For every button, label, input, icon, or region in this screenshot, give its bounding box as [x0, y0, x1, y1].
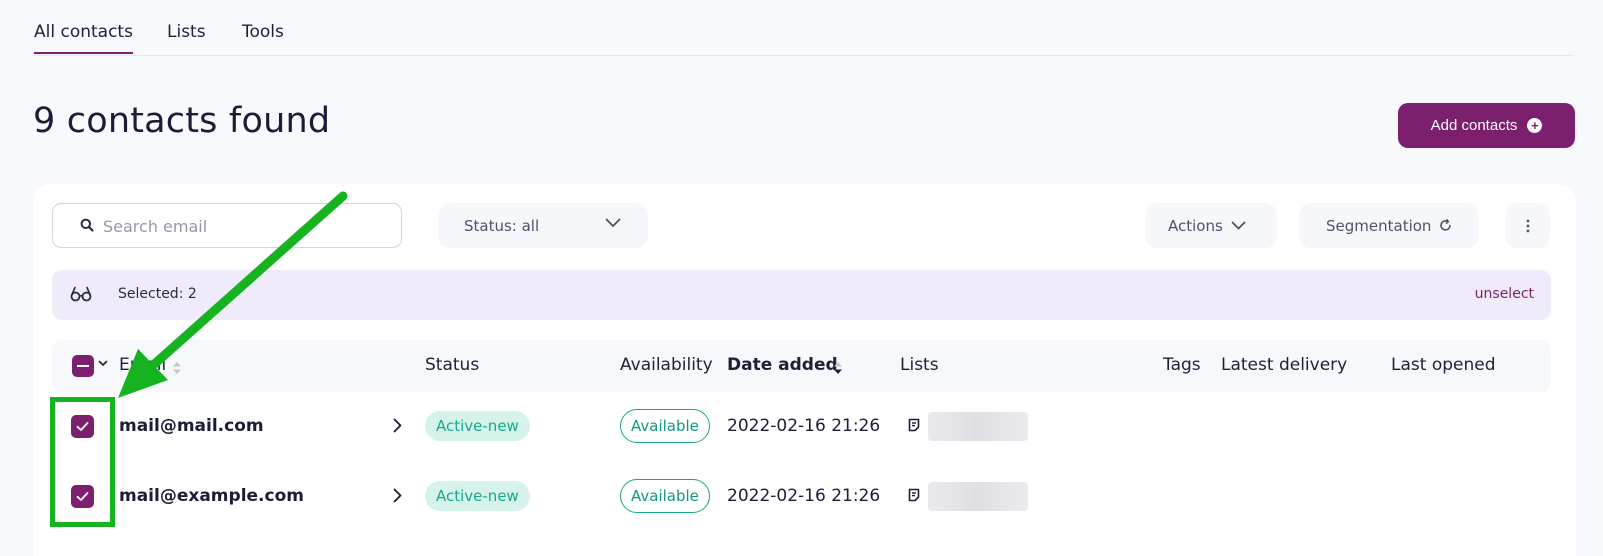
tab-lists[interactable]: Lists — [167, 22, 206, 42]
column-header-lists[interactable]: Lists — [900, 355, 939, 375]
chevron-down-icon[interactable] — [98, 360, 108, 367]
more-options-button[interactable] — [1505, 203, 1550, 248]
availability-badge: Available — [620, 409, 710, 443]
contact-email[interactable]: mail@mail.com — [119, 416, 264, 436]
chevron-down-icon — [605, 218, 621, 227]
redacted-list-name — [928, 482, 1028, 511]
search-input[interactable] — [103, 214, 383, 238]
contact-email[interactable]: mail@example.com — [119, 486, 304, 506]
refresh-icon — [1440, 219, 1452, 231]
unselect-link[interactable]: unselect — [1475, 286, 1534, 302]
segmentation-button[interactable]: Segmentation — [1299, 203, 1479, 248]
column-header-status[interactable]: Status — [425, 355, 479, 375]
redacted-list-name — [928, 412, 1028, 441]
column-header-last-opened[interactable]: Last opened — [1391, 355, 1496, 375]
search-icon — [80, 218, 94, 232]
list-icon — [908, 418, 920, 432]
sort-icon[interactable] — [833, 361, 843, 375]
list-icon — [908, 488, 920, 502]
row-checkbox[interactable] — [71, 415, 94, 438]
date-added: 2022-02-16 21:26 — [727, 486, 881, 506]
contacts-tabs: All contacts Lists Tools — [34, 0, 1574, 56]
segmentation-label: Segmentation — [1326, 216, 1432, 235]
glasses-icon — [70, 286, 92, 302]
add-contacts-label: Add contacts — [1430, 117, 1518, 134]
check-icon — [76, 492, 89, 501]
chevron-down-icon — [1231, 221, 1246, 230]
status-badge: Active-new — [425, 411, 530, 441]
date-added: 2022-02-16 21:26 — [727, 416, 881, 436]
chevron-right-icon[interactable] — [393, 488, 402, 503]
add-contacts-button[interactable]: Add contacts + — [1398, 103, 1575, 148]
chevron-right-icon[interactable] — [393, 418, 402, 433]
table-row[interactable]: mail@example.com Active-new Available 20… — [52, 462, 1551, 532]
plus-circle-icon: + — [1527, 118, 1543, 133]
tab-all-contacts[interactable]: All contacts — [34, 22, 133, 54]
tab-tools[interactable]: Tools — [242, 22, 284, 42]
row-checkbox[interactable] — [71, 485, 94, 508]
availability-badge: Available — [620, 479, 710, 513]
sort-icon[interactable] — [172, 361, 182, 375]
table-row[interactable]: mail@mail.com Active-new Available 2022-… — [52, 392, 1551, 462]
more-vertical-icon — [1526, 219, 1529, 232]
select-all-checkbox[interactable] — [72, 355, 94, 377]
column-header-availability[interactable]: Availability — [620, 355, 713, 375]
actions-dropdown[interactable]: Actions — [1145, 203, 1277, 248]
status-filter-label: Status: all — [464, 216, 540, 235]
contacts-card: Status: all Actions Segmentation Se — [33, 184, 1576, 556]
status-filter-dropdown[interactable]: Status: all — [438, 203, 648, 248]
actions-label: Actions — [1168, 216, 1223, 235]
check-icon — [76, 422, 89, 431]
selected-count: Selected: 2 — [118, 286, 197, 302]
search-box — [52, 203, 402, 248]
page-title: 9 contacts found — [33, 101, 331, 141]
table-header: Email Status Availability Date added Lis… — [52, 340, 1551, 392]
selection-bar: Selected: 2 unselect — [52, 270, 1551, 320]
column-header-latest-delivery[interactable]: Latest delivery — [1221, 355, 1347, 375]
column-header-date-added[interactable]: Date added — [727, 355, 838, 375]
status-badge: Active-new — [425, 481, 530, 511]
column-header-email[interactable]: Email — [119, 355, 166, 375]
column-header-tags[interactable]: Tags — [1163, 355, 1201, 375]
